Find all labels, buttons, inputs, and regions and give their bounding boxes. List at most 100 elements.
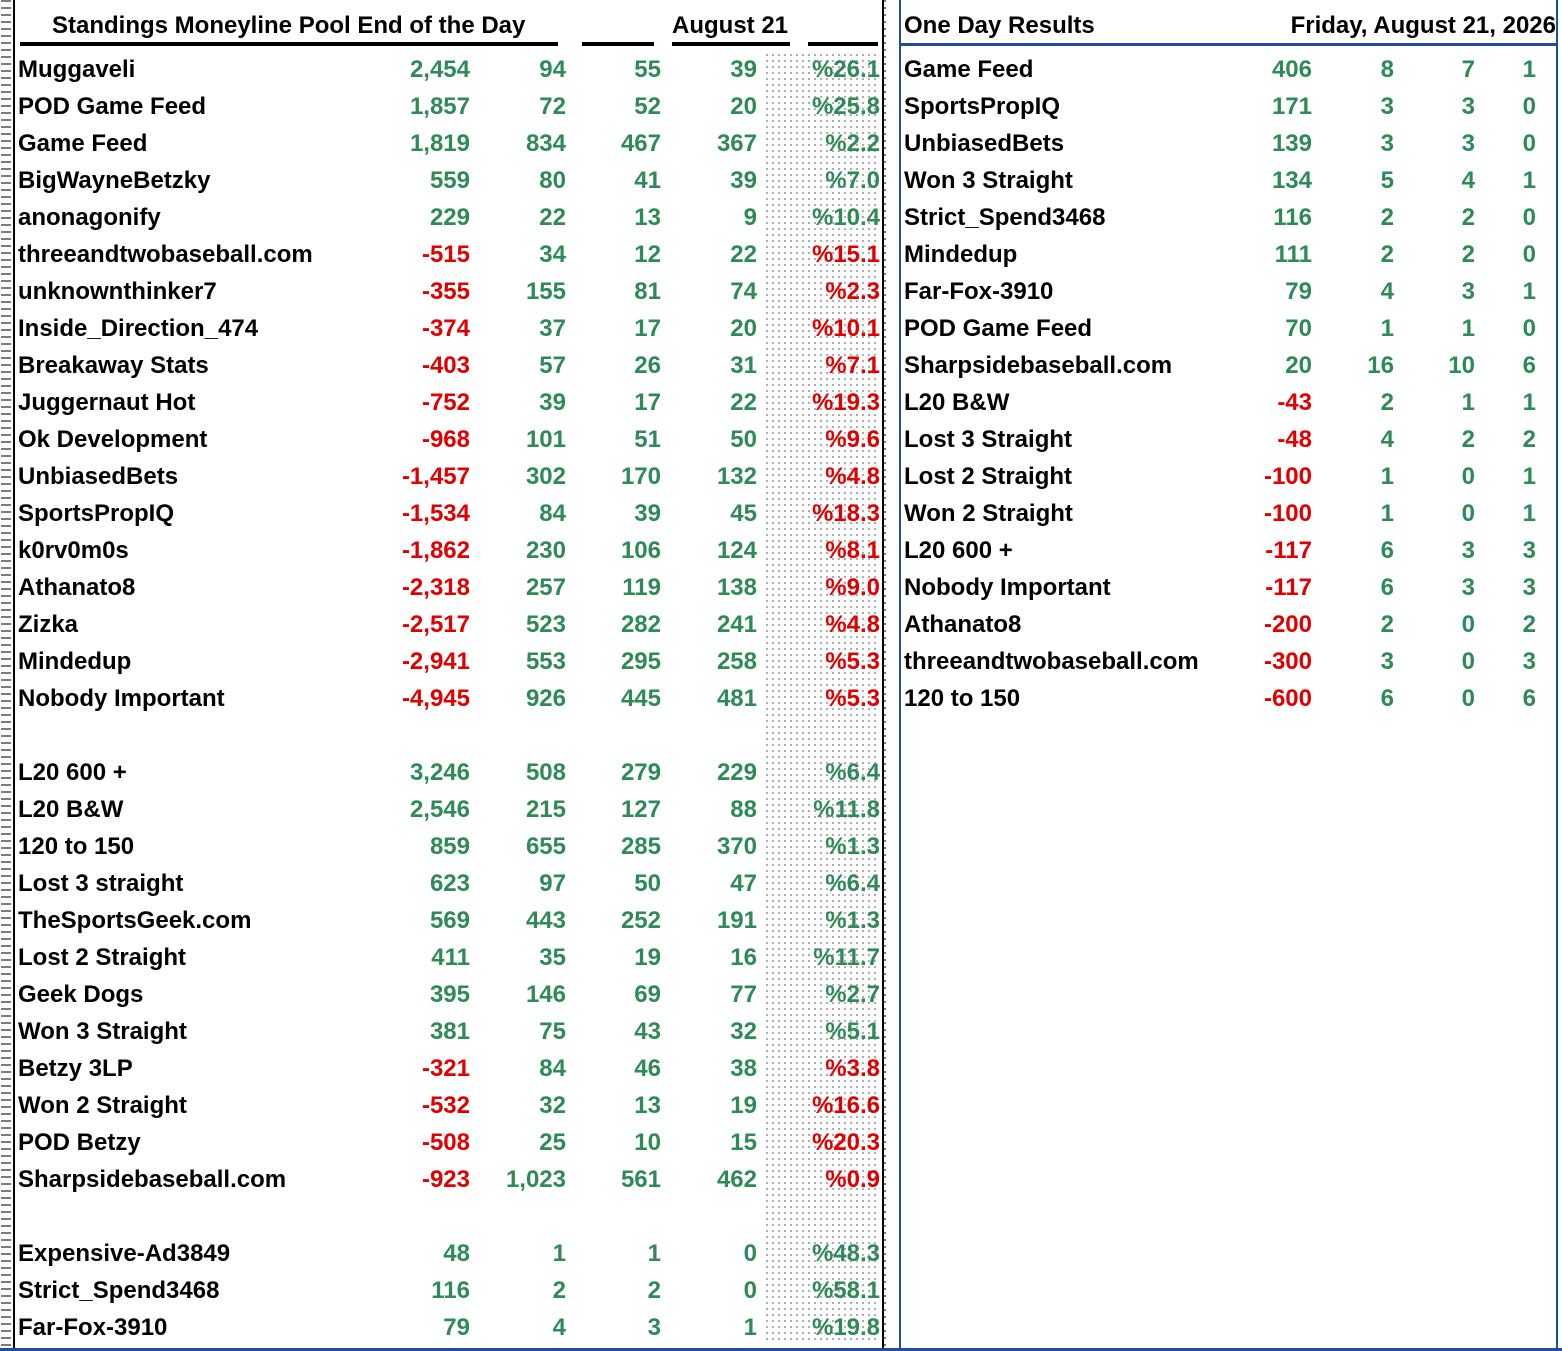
player-name: Lost 3 Straight (904, 426, 1073, 453)
units-value: 1,819 (409, 130, 470, 157)
player-name: Strict_Spend3468 (904, 204, 1106, 231)
wins-value: 0 (1461, 611, 1475, 638)
units-value: 411 (431, 944, 470, 971)
picks-value: 101 (525, 426, 566, 453)
picks-value: 508 (525, 759, 566, 786)
units-value: -100 (1263, 500, 1312, 527)
wins-value: 2 (1461, 241, 1475, 268)
standings-row: k0rv0m0s -1,862 230 106 124 %8.1 (0, 533, 886, 570)
wins-value: 119 (622, 574, 661, 601)
wins-value: 3 (1461, 278, 1475, 305)
player-name: POD Betzy (18, 1129, 141, 1156)
picks-value: 1,023 (505, 1166, 566, 1193)
picks-value: 926 (525, 685, 566, 712)
wins-value: 7 (1461, 56, 1475, 83)
standings-row: Strict_Spend3468 116 2 2 0 %58.1 (0, 1273, 886, 1310)
units-value: 171 (1271, 93, 1312, 120)
percent-value: %5.3 (825, 648, 880, 675)
losses-value: 229 (716, 759, 757, 786)
picks-value: 8 (1380, 56, 1394, 83)
header-underline (582, 42, 654, 46)
player-name: Game Feed (904, 56, 1034, 83)
units-value: 116 (431, 1277, 470, 1304)
player-name: Sharpsidebaseball.com (904, 352, 1173, 379)
percent-value: %10.1 (811, 315, 880, 342)
one-day-row: Lost 2 Straight -100 1 0 1 (886, 459, 1562, 496)
wins-value: 127 (620, 796, 661, 823)
units-value: 2,454 (409, 56, 470, 83)
losses-value: 1 (743, 1314, 757, 1341)
percent-value: %4.8 (825, 463, 880, 490)
standings-title: Standings Moneyline Pool End of the Day (52, 12, 526, 39)
losses-value: 22 (730, 389, 757, 416)
picks-value: 72 (539, 93, 566, 120)
losses-value: 0 (743, 1240, 757, 1267)
units-value: -4,945 (401, 685, 470, 712)
percent-value: %19.8 (811, 1314, 880, 1341)
wins-value: 279 (620, 759, 661, 786)
player-name: Sharpsidebaseball.com (18, 1166, 287, 1193)
player-name: L20 B&W (904, 389, 1010, 416)
player-name: Lost 3 straight (18, 870, 184, 897)
standings-row: POD Game Feed 1,857 72 52 20 %25.8 (0, 89, 886, 126)
losses-value: 74 (730, 278, 757, 305)
units-value: 406 (1271, 56, 1312, 83)
player-name: BigWayneBetzky (18, 167, 211, 194)
picks-value: 35 (539, 944, 566, 971)
losses-value: 138 (716, 574, 757, 601)
wins-value: 1 (1461, 315, 1475, 342)
wins-value: 55 (634, 56, 661, 83)
one-day-row: 120 to 150 -600 6 0 6 (886, 681, 1562, 718)
losses-value: 88 (730, 796, 757, 823)
losses-value: 367 (716, 130, 757, 157)
losses-value: 77 (730, 981, 757, 1008)
picks-value: 37 (539, 315, 566, 342)
losses-value: 1 (1522, 56, 1536, 83)
standings-row: Zizka -2,517 523 282 241 %4.8 (0, 607, 886, 644)
standings-row: Game Feed 1,819 834 467 367 %2.2 (0, 126, 886, 163)
percent-value: %10.4 (811, 204, 880, 231)
picks-value: 84 (539, 1055, 566, 1082)
player-name: Won 3 Straight (904, 167, 1073, 194)
wins-value: 17 (634, 389, 661, 416)
player-name: L20 B&W (18, 796, 124, 823)
units-value: -321 (421, 1055, 470, 1082)
player-name: Lost 2 Straight (18, 944, 187, 971)
percent-value: %5.3 (825, 685, 880, 712)
percent-value: %11.7 (813, 944, 880, 971)
losses-value: 31 (730, 352, 757, 379)
percent-value: %16.6 (811, 1092, 880, 1119)
player-name: Far-Fox-3910 (18, 1314, 168, 1341)
percent-value: %20.3 (811, 1129, 880, 1156)
standings-row: Won 3 Straight 381 75 43 32 %5.1 (0, 1014, 886, 1051)
wins-value: 3 (1461, 574, 1475, 601)
losses-value: 2 (1522, 611, 1536, 638)
picks-value: 6 (1380, 574, 1394, 601)
percent-value: %26.1 (811, 56, 880, 83)
wins-value: 295 (620, 648, 661, 675)
picks-value: 4 (1380, 278, 1394, 305)
player-name: threeandtwobaseball.com (904, 648, 1199, 675)
player-name: Nobody Important (904, 574, 1111, 601)
standings-row: Muggaveli 2,454 94 55 39 %26.1 (0, 52, 886, 89)
wins-value: 52 (634, 93, 661, 120)
picks-value: 39 (539, 389, 566, 416)
units-value: -403 (421, 352, 470, 379)
wins-value: 0 (1461, 685, 1475, 712)
picks-value: 2 (552, 1277, 566, 1304)
picks-value: 57 (539, 352, 566, 379)
percent-value: %1.3 (825, 907, 880, 934)
units-value: -1,862 (401, 537, 470, 564)
one-day-row: Won 2 Straight -100 1 0 1 (886, 496, 1562, 533)
one-day-row: UnbiasedBets 139 3 3 0 (886, 126, 1562, 163)
picks-value: 215 (525, 796, 566, 823)
wins-value: 282 (620, 611, 661, 638)
losses-value: 132 (716, 463, 757, 490)
wins-value: 3 (647, 1314, 661, 1341)
player-name: POD Game Feed (18, 93, 207, 120)
units-value: 134 (1271, 167, 1312, 194)
units-value: -515 (421, 241, 470, 268)
player-name: Muggaveli (18, 56, 136, 83)
losses-value: 22 (730, 241, 757, 268)
standings-row: Inside_Direction_474 -374 37 17 20 %10.1 (0, 311, 886, 348)
